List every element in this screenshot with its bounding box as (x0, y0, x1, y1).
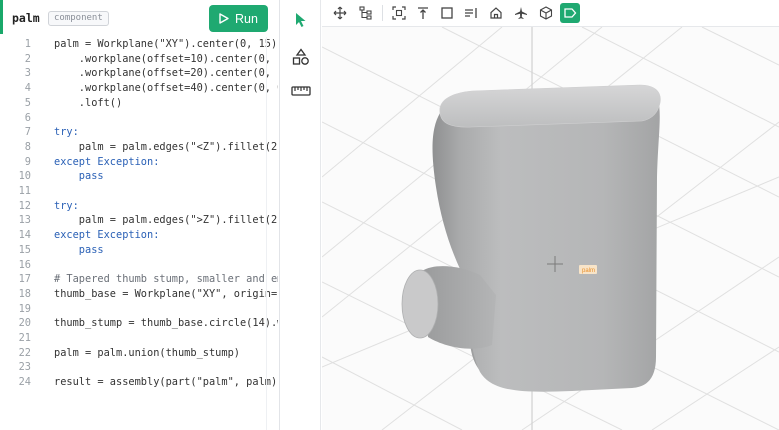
toolbar-divider (382, 5, 383, 21)
palm-top-face (439, 84, 661, 128)
play-icon (219, 13, 229, 24)
code-line: 17 # Tapered thumb stump, smaller and emb (18, 273, 278, 286)
label-tag-icon[interactable] (560, 3, 580, 23)
code-line: 21 (18, 332, 31, 344)
select-pointer-icon[interactable] (290, 9, 312, 31)
code-line: 6 (24, 111, 31, 124)
hierarchy-icon[interactable] (356, 3, 376, 23)
scene-canvas: palm (322, 27, 779, 430)
editor-scroll-gutter (266, 37, 267, 430)
code-line: 19 (18, 302, 31, 315)
view-toolbar (322, 0, 779, 27)
view-home-icon[interactable] (486, 3, 506, 23)
code-line: 10 pass (18, 170, 104, 183)
code-line: 4 .workplane(offset=40).center(0, 0) (24, 82, 278, 95)
code-line: 18 thumb_base = Workplane("XY", origin=(1 (18, 287, 278, 300)
code-line: 7 try: (24, 126, 79, 139)
thumb-end-face (401, 269, 439, 339)
code-area[interactable]: 1 palm = Workplane("XY").center(0, 15).s … (0, 37, 278, 430)
file-type-badge: component (48, 11, 109, 26)
view-right-icon[interactable] (461, 3, 481, 23)
code-line: 15 pass (18, 243, 104, 256)
view-front-icon[interactable] (437, 3, 457, 23)
code-line: 12 try: (18, 199, 79, 212)
file-name: palm (12, 11, 40, 25)
code-line: 20 thumb_stump = thumb_base.circle(14).wo (18, 317, 278, 330)
fit-view-icon[interactable] (389, 3, 409, 23)
view-top-icon[interactable] (413, 3, 433, 23)
editor-header: palm component Run (0, 0, 280, 36)
move-icon[interactable] (330, 3, 350, 23)
code-line: 9 except Exception: (24, 155, 160, 168)
shapes-icon[interactable] (290, 46, 312, 68)
code-line: 14 except Exception: (18, 229, 160, 242)
code-editor-panel: palm component Run 1 palm = Workplane("XY… (0, 0, 280, 430)
code-line: 5 .loft() (24, 96, 123, 109)
view-plane-icon[interactable] (511, 3, 531, 23)
3d-viewport[interactable]: palm (322, 27, 779, 430)
ruler-icon[interactable] (290, 80, 312, 102)
part-label[interactable]: palm (582, 268, 595, 274)
view-iso-icon[interactable] (536, 3, 556, 23)
code-line: 2 .workplane(offset=10).center(0, -5 (24, 52, 278, 65)
code-line: 1 palm = Workplane("XY").center(0, 15).s (24, 38, 278, 50)
run-button-label: Run (235, 11, 258, 26)
code-line: 13 palm = palm.edges(">Z").fillet(2) (18, 214, 278, 227)
tool-strip (281, 0, 321, 430)
code-line: 23 (18, 361, 31, 374)
code-line: 3 .workplane(offset=20).center(0, -5 (24, 67, 278, 80)
code-line: 22 palm = palm.union(thumb_stump) (18, 346, 240, 359)
run-button[interactable]: Run (209, 5, 268, 32)
code-line: 8 palm = palm.edges("<Z").fillet(2) (24, 140, 278, 153)
code-line: 11 (18, 185, 31, 197)
code-line: 16 (18, 258, 31, 271)
code-line: 24 result = assembly(part("palm", palm)) (18, 376, 278, 389)
